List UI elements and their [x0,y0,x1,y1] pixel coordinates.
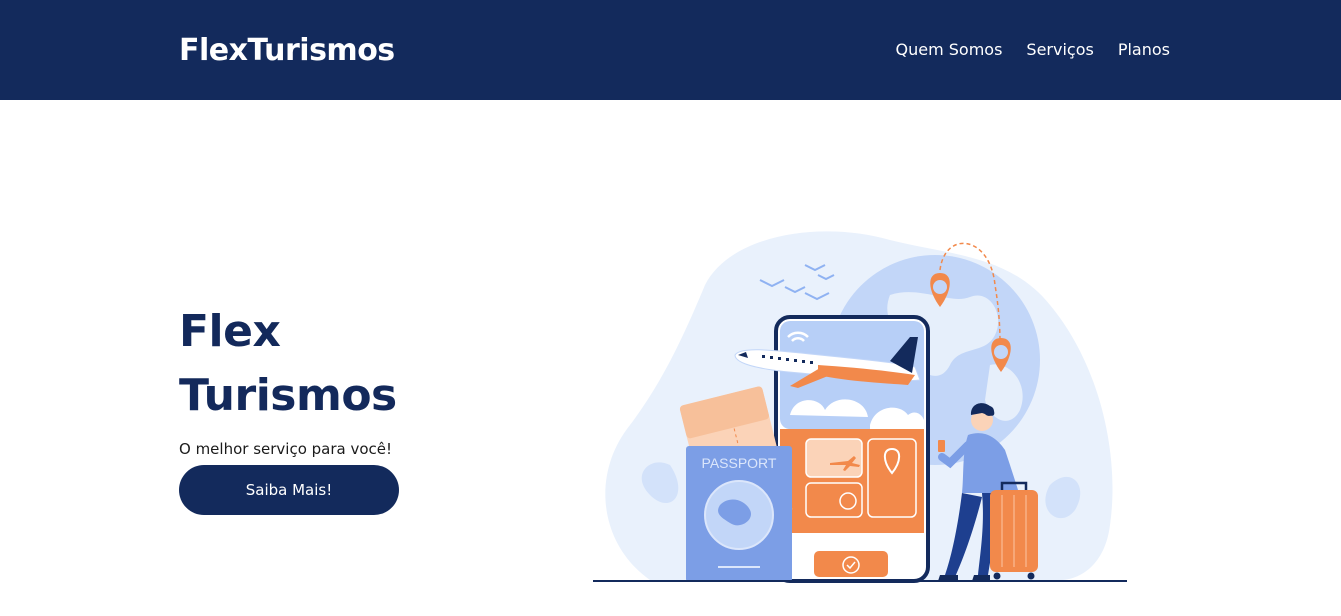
saiba-mais-button[interactable]: Saiba Mais! [179,465,399,515]
hero-title-line1: Flex [179,306,281,357]
hero-section: Flex Turismos O melhor serviço para você… [179,300,439,458]
suitcase-icon [990,481,1038,580]
travel-illustration: PASSPORT [593,231,1127,583]
nav-link-quem-somos[interactable]: Quem Somos [896,40,1003,60]
hero-title-line2: Turismos [179,370,397,421]
main-nav: Quem Somos Serviços Planos [896,40,1171,60]
nav-link-servicos[interactable]: Serviços [1026,40,1093,60]
top-navbar: FlexTurismos Quem Somos Serviços Planos [0,0,1341,100]
passport-label: PASSPORT [702,455,777,471]
brand-logo[interactable]: FlexTurismos [179,32,395,70]
hero-subtitle: O melhor serviço para você! [179,440,393,458]
hero-title: Flex Turismos [179,300,439,428]
nav-link-planos[interactable]: Planos [1118,40,1170,60]
